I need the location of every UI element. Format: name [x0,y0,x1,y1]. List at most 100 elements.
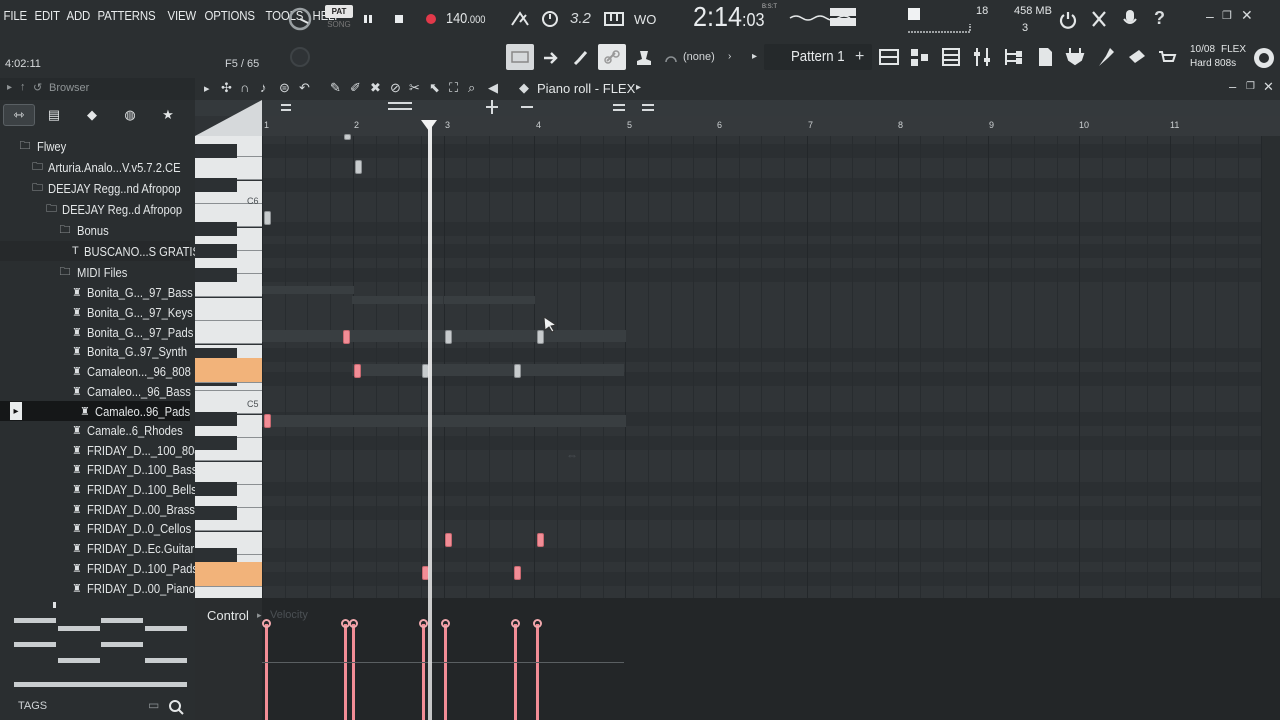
playhead-marker-icon[interactable] [421,120,437,131]
piano-roll-view-icon[interactable] [506,44,534,70]
browser-file-item[interactable]: ♜ Bonita_G..._97_Bass [0,282,193,302]
midi-note[interactable] [343,330,350,344]
piano-black-key[interactable] [195,222,237,236]
power-icon[interactable] [1058,9,1078,29]
tags-folder-icon[interactable]: ▭ [148,698,159,712]
piano-black-key[interactable] [195,548,237,562]
piano-white-key[interactable] [195,321,262,345]
midi-note[interactable] [344,134,351,140]
loop-record-icon[interactable]: WO [634,10,656,28]
browser-folder-item[interactable]: 🗀 DEEJAY Reg..d Afropop [0,199,190,219]
magnet-icon[interactable]: ✣ [221,80,232,96]
browser-file-item[interactable]: ♜ Camale..6_Rhodes [0,420,190,440]
record-button[interactable] [420,8,442,30]
fl-logo-icon[interactable] [1253,47,1275,69]
velocity-handle[interactable] [511,619,520,628]
zoom-tool-icon[interactable]: ⌕ [468,80,475,96]
close-window-icon[interactable]: ✕ [1241,7,1253,24]
velocity-bar[interactable] [344,624,347,720]
menu-add[interactable]: ADD [63,8,94,30]
delete-tool-icon[interactable]: ✖ [370,80,381,96]
browser-tab-online-icon[interactable]: ◍ [111,104,149,126]
tempo-display[interactable]: 140.000 [446,10,485,27]
menu-options[interactable]: OPTIONS [201,8,258,30]
browser-tab-plugins-icon[interactable]: ◆ [73,104,111,126]
marquee-tool-icon[interactable]: ⛶ [449,80,458,96]
browser-file-item[interactable]: ♜ Bonita_G..._97_Pads [0,322,193,342]
browser-collapse-icon[interactable]: ▸ [7,82,12,93]
stop-button[interactable] [388,8,410,30]
channel-selector[interactable]: (none) [683,51,715,63]
restore-window-icon[interactable]: ❐ [1222,9,1232,22]
link-icon[interactable] [598,44,626,70]
brush-icon[interactable] [570,48,590,68]
paint-tool-icon[interactable]: ✐ [350,80,361,96]
midi-note[interactable] [355,160,362,174]
add-pattern-button[interactable]: + [855,48,864,66]
playhead[interactable] [428,120,432,720]
timeline-ruler[interactable]: 1 2 3 4 5 6 7 8 9 10 11 [262,116,1280,136]
browser-file-item[interactable]: ♜ Camaleo..._96_Bass [0,381,191,401]
velocity-bar[interactable] [536,624,539,720]
vertical-scrollbar[interactable] [1262,136,1280,598]
menu-edit[interactable]: EDIT [31,8,63,30]
tuning-fork-icon[interactable] [1095,46,1117,68]
mixer-icon[interactable] [878,46,900,68]
browser-folder-item[interactable]: 🗀 MIDI Files [0,262,190,282]
piano-roll-arrow-icon[interactable]: ◆ [519,80,529,96]
browser-file-item[interactable]: ♜ FRIDAY_D..100_Pads [0,558,198,578]
browser-file-item[interactable]: ♜ Bonita_G..97_Synth [0,341,190,361]
browser-file-item[interactable]: ♜ Camaleon..._96_808 [0,361,191,381]
midi-note[interactable] [514,364,521,378]
browser-file-item[interactable]: T BUSCANO...S GRATIS [0,241,200,261]
velocity-bar[interactable] [352,624,355,720]
snap-icon[interactable]: ∩ [240,80,249,95]
undo-icon[interactable]: ↶ [299,80,310,96]
cut-icon[interactable] [1089,9,1109,29]
file-icon[interactable] [1034,46,1056,68]
velocity-bar[interactable] [514,624,517,720]
master-volume-knob[interactable] [287,6,313,32]
tags-label[interactable]: TAGS [18,700,47,712]
browser-folder-item[interactable]: 🗀 Arturia.Analo...V.v5.7.2.CE [0,157,190,177]
piano-key-highlighted[interactable] [195,358,262,383]
velocity-handle[interactable] [533,619,542,628]
step-sequencer-icon[interactable] [909,46,931,68]
pat-song-toggle[interactable]: PAT SONG [325,5,353,35]
midi-note[interactable] [445,533,452,547]
cart-icon[interactable] [1157,48,1177,68]
playback-tool-icon[interactable]: ◀ [488,80,498,96]
piano-roll-title-arrow-icon[interactable]: ▸ [636,82,641,93]
piano-keyboard[interactable]: C6 C5 [195,136,262,598]
news-title[interactable]: Hard 808s [1190,58,1236,69]
help-icon[interactable]: ? [1154,8,1165,29]
stamp-tool-icon[interactable]: ⊜ [279,80,290,96]
midi-note[interactable] [354,364,361,378]
piano-roll-menu-icon[interactable]: ▸ [204,82,210,95]
plugin-icon[interactable] [1064,46,1086,68]
marketplace-icon[interactable] [1126,46,1148,68]
midi-keyboard-icon[interactable] [603,10,625,28]
velocity-handle[interactable] [441,619,450,628]
browser-file-item[interactable]: ♜ FRIDAY_D..Ec.Guitar [0,538,194,558]
channel-arrow-icon[interactable]: › [728,51,731,62]
browser-back-icon[interactable]: ↺ [33,81,42,94]
microphone-icon[interactable] [1120,8,1140,30]
velocity-handle[interactable] [419,619,428,628]
browser-up-icon[interactable]: ↑ [20,81,26,93]
piano-black-key[interactable] [195,268,237,282]
news-date[interactable]: 10/08 [1190,44,1215,55]
channel-rack-icon[interactable] [971,46,993,68]
browser-tab-files-icon[interactable]: ▤ [35,104,73,126]
browser-file-item[interactable]: ♜ FRIDAY_D..0_Cellos [0,518,191,538]
midi-note[interactable] [264,211,271,225]
song-position-clock[interactable]: 2:14:03 [693,1,765,33]
browser-file-item[interactable]: ♜ Bonita_G..._97_Keys [0,302,193,322]
headphones-icon[interactable] [664,52,678,66]
browser-file-item[interactable]: ♜ FRIDAY_D..100_Bells [0,479,197,499]
velocity-area[interactable] [262,598,1280,720]
piano-black-key[interactable] [195,144,237,158]
stamp-icon[interactable] [634,48,654,68]
piano-black-key[interactable] [195,436,237,450]
note-icon[interactable]: ♪ [260,80,267,95]
